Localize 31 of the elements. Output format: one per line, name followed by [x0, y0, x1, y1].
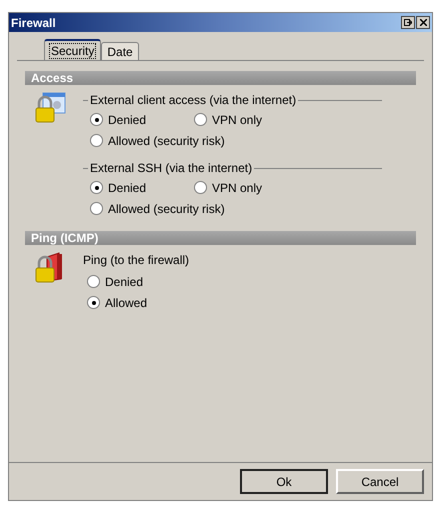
- radio-button[interactable]: [90, 134, 103, 147]
- radio-button[interactable]: [194, 181, 207, 194]
- radio-option[interactable]: Allowed (security risk): [90, 130, 225, 151]
- radio-option[interactable]: VPN only: [194, 109, 262, 130]
- dialog-button[interactable]: Ok: [240, 469, 328, 494]
- radio-button[interactable]: [90, 181, 103, 194]
- radio-option[interactable]: Allowed: [87, 292, 148, 313]
- dialog-button[interactable]: Cancel: [336, 469, 424, 494]
- group-label: External SSH (via the internet): [90, 160, 252, 177]
- group-label: Ping (to the firewall): [83, 252, 190, 269]
- radio-button[interactable]: [194, 113, 207, 126]
- window-title: Firewall: [11, 14, 56, 32]
- close-icon: [420, 19, 426, 26]
- radio-option[interactable]: Allowed (security risk): [90, 198, 225, 219]
- tab[interactable]: Security: [44, 39, 102, 60]
- radio-button[interactable]: [87, 275, 100, 288]
- radio-button[interactable]: [90, 113, 103, 126]
- section-header: Access: [25, 71, 416, 85]
- lock-window-icon: [33, 91, 67, 125]
- radio-option[interactable]: VPN only: [194, 177, 262, 198]
- close-button[interactable]: [416, 16, 430, 29]
- radio-button[interactable]: [87, 296, 100, 309]
- section-header: Ping (ICMP): [25, 231, 416, 245]
- radio-option[interactable]: Denied: [90, 177, 146, 198]
- radio-option[interactable]: Denied: [90, 109, 146, 130]
- detach-button[interactable]: [401, 16, 415, 29]
- radio-button[interactable]: [90, 202, 103, 215]
- radio-option[interactable]: Denied: [87, 271, 144, 292]
- tab[interactable]: Date: [101, 42, 139, 60]
- group-label: External client access (via the internet): [90, 92, 296, 109]
- detach-icon: [404, 19, 412, 26]
